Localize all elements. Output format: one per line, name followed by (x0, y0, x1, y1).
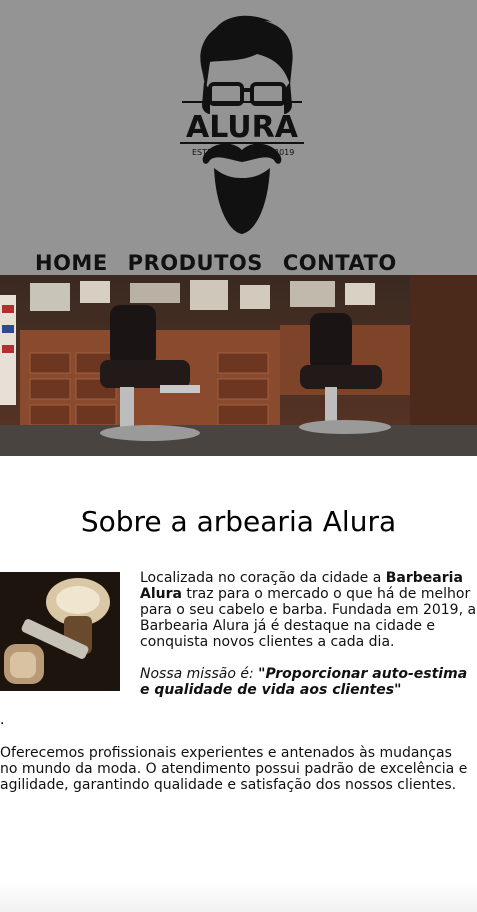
main-nav: HOME PRODUTOS CONTATO (35, 250, 397, 276)
site-header: ALURA ESTD 2019 HOME PRODUTOS CONTATO (0, 0, 477, 275)
nav-contato-link[interactable]: CONTATO (283, 250, 397, 276)
nav-produtos-link[interactable]: PRODUTOS (128, 250, 263, 276)
barbershop-banner (0, 275, 477, 456)
about-description: Localizada no coração da cidade a Barbea… (140, 570, 477, 698)
brand-name: ALURA (186, 110, 299, 145)
page-bottom-fade (0, 882, 477, 912)
shaving-kit-image (0, 572, 120, 691)
about-intro: Localizada no coração da cidade a Barbea… (140, 570, 477, 650)
about-title: Sobre a arbearia Alura (80, 505, 397, 538)
mission-label: Nossa missão é: (140, 666, 259, 682)
estd-year: 2019 (274, 148, 294, 157)
bearded-man-logo-icon: ALURA ESTD 2019 (180, 15, 304, 234)
alura-logo[interactable]: ALURA ESTD 2019 (172, 10, 312, 240)
barbershop-photo (0, 275, 477, 456)
mission-period: . (0, 712, 5, 728)
about-extra: Oferecemos profissionais experientes e a… (0, 745, 468, 793)
nav-home-link[interactable]: HOME (35, 250, 108, 276)
shaving-brush-photo (0, 572, 120, 691)
mission-statement: Nossa missão é: "Proporcionar auto-estim… (140, 666, 477, 698)
estd-label: ESTD (192, 148, 213, 157)
